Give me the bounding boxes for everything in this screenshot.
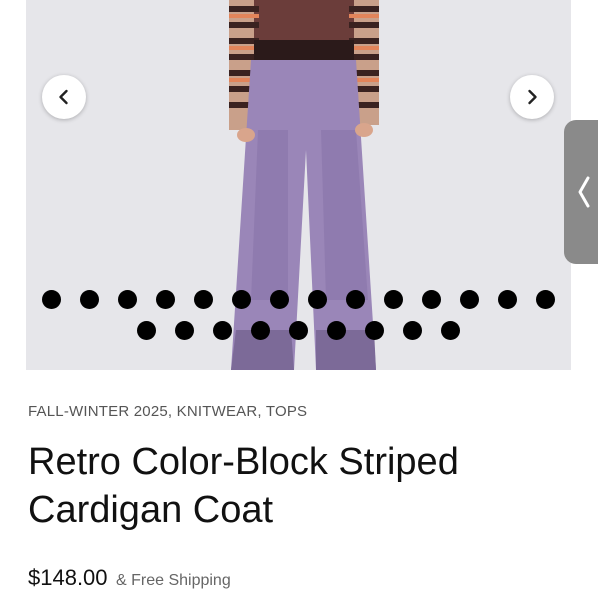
previous-image-button[interactable] <box>42 75 86 119</box>
slide-dot-21[interactable] <box>365 321 384 340</box>
slide-dot-17[interactable] <box>213 321 232 340</box>
slide-dot-5[interactable] <box>194 290 213 309</box>
product-price: $148.00 <box>28 565 108 590</box>
chevron-left-icon <box>59 89 68 105</box>
side-drawer-tab[interactable] <box>564 120 598 264</box>
slide-indicator-dots <box>26 290 571 340</box>
slide-dot-11[interactable] <box>422 290 441 309</box>
slide-dot-4[interactable] <box>156 290 175 309</box>
product-image-gallery[interactable] <box>26 0 571 370</box>
slide-dot-23[interactable] <box>441 321 460 340</box>
slide-dot-14[interactable] <box>536 290 555 309</box>
product-title-line2: Cardigan Coat <box>28 489 274 531</box>
dot-row <box>33 290 565 309</box>
slide-dot-2[interactable] <box>80 290 99 309</box>
product-title: Retro Color-Block Striped Cardigan Coat <box>28 438 568 534</box>
slide-dot-16[interactable] <box>175 321 194 340</box>
product-title-line1: Retro Color-Block Striped <box>28 441 459 483</box>
chevron-right-icon <box>528 89 537 105</box>
shipping-note: & Free Shipping <box>115 572 231 589</box>
slide-dot-3[interactable] <box>118 290 137 309</box>
slide-dot-7[interactable] <box>270 290 289 309</box>
slide-dot-9[interactable] <box>346 290 365 309</box>
slide-dot-15[interactable] <box>137 321 156 340</box>
chevron-left-icon <box>578 176 590 208</box>
slide-dot-19[interactable] <box>289 321 308 340</box>
slide-dot-18[interactable] <box>251 321 270 340</box>
price-row: $148.00 & Free Shipping <box>28 565 231 591</box>
slide-dot-6[interactable] <box>232 290 251 309</box>
slide-dot-22[interactable] <box>403 321 422 340</box>
slide-dot-20[interactable] <box>327 321 346 340</box>
dot-row <box>128 321 470 340</box>
slide-dot-8[interactable] <box>308 290 327 309</box>
next-image-button[interactable] <box>510 75 554 119</box>
slide-dot-10[interactable] <box>384 290 403 309</box>
slide-dot-1[interactable] <box>42 290 61 309</box>
product-categories: FALL-WINTER 2025, KNITWEAR, TOPS <box>28 403 308 420</box>
slide-dot-12[interactable] <box>460 290 479 309</box>
slide-dot-13[interactable] <box>498 290 517 309</box>
